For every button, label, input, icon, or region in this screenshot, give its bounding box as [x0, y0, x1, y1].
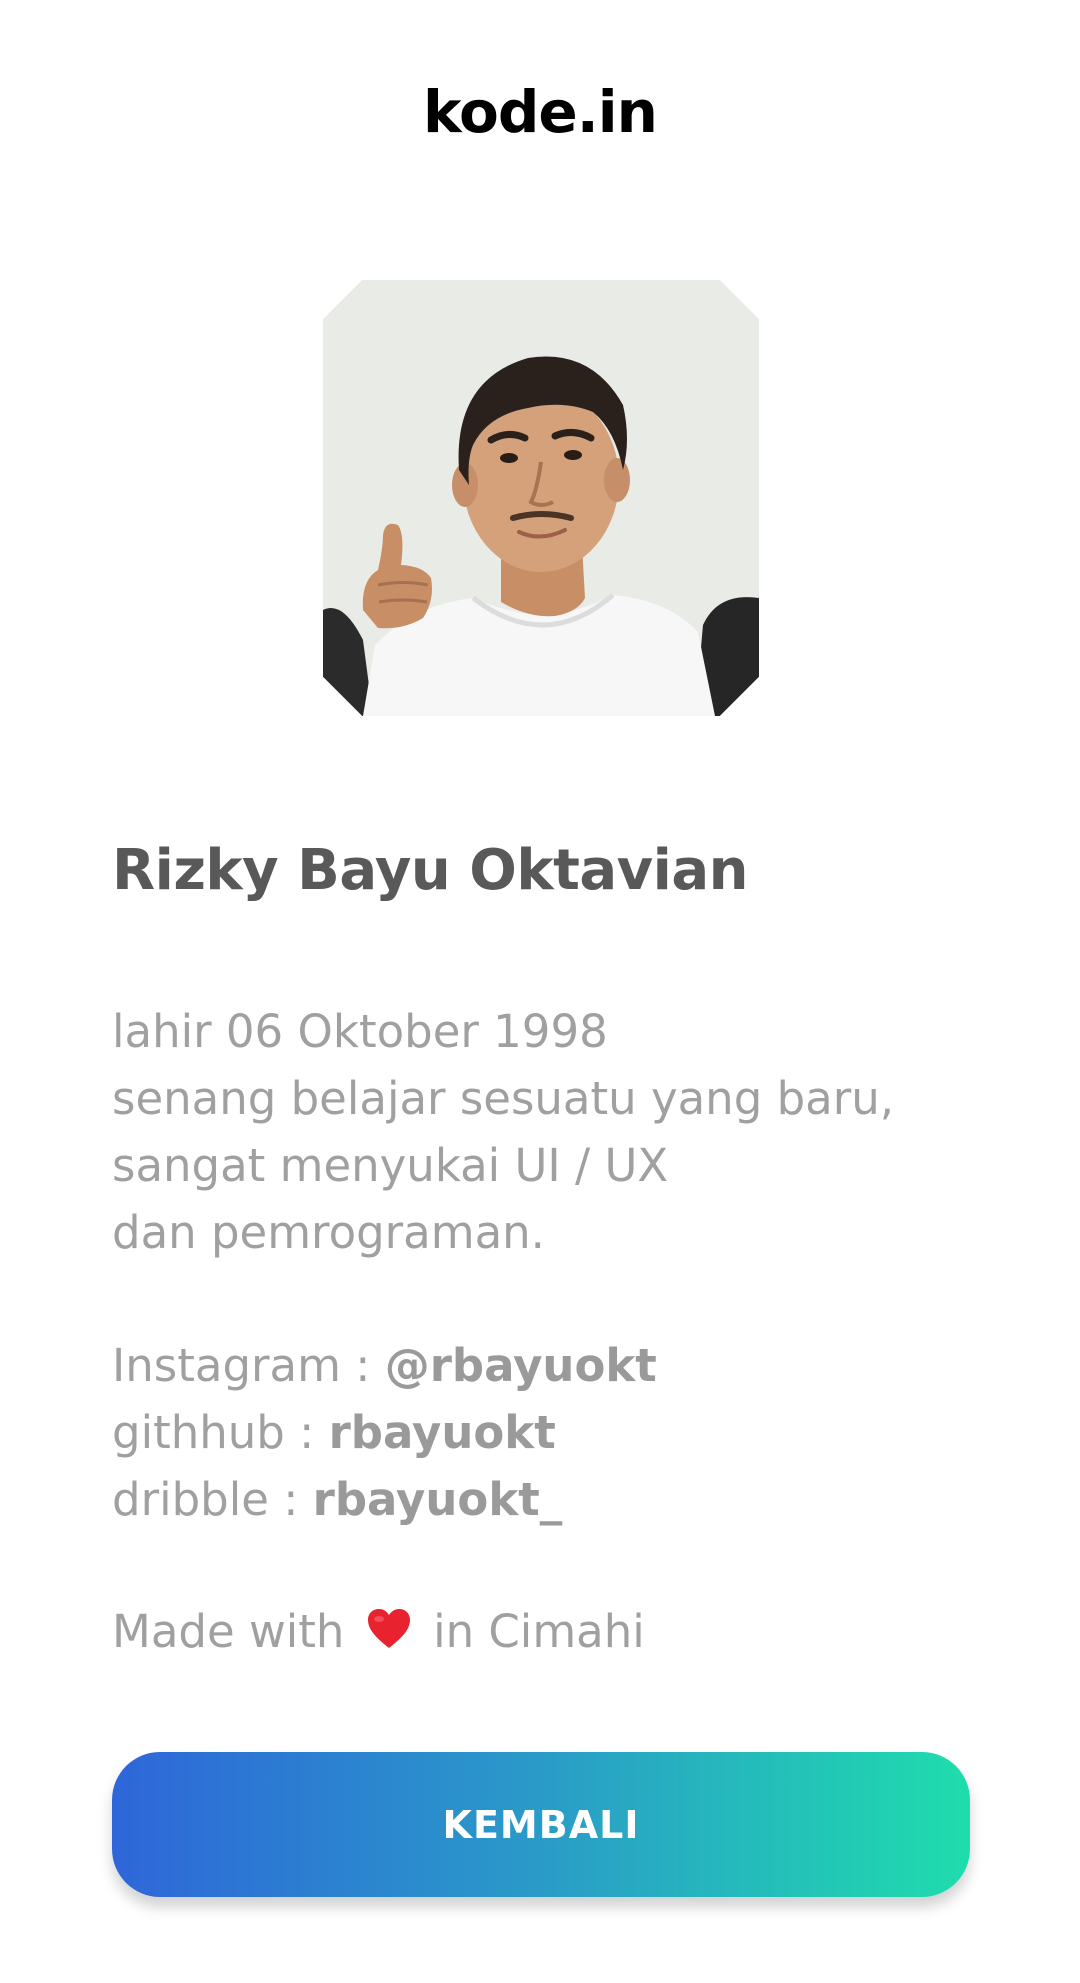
- profile-bio: lahir 06 Oktober 1998 senang belajar ses…: [112, 998, 992, 1266]
- social-github: githhub : rbayuokt: [112, 1399, 657, 1466]
- profile-name: Rizky Bayu Oktavian: [112, 838, 749, 903]
- heart-icon: [367, 1609, 410, 1648]
- social-label: dribble :: [112, 1473, 313, 1526]
- social-label: Instagram :: [112, 1339, 385, 1392]
- app-title: kode.in: [423, 78, 658, 146]
- made-with-line: Made with in Cimahi: [112, 1598, 645, 1665]
- made-with-prefix: Made with: [112, 1605, 345, 1658]
- made-with-suffix: in Cimahi: [433, 1605, 645, 1658]
- profile-photo-illustration: [323, 280, 759, 716]
- bio-line: lahir 06 Oktober 1998: [112, 1005, 608, 1058]
- bio-line: sangat menyukai UI / UX: [112, 1139, 669, 1192]
- social-instagram: Instagram : @rbayuokt: [112, 1332, 657, 1399]
- github-handle: rbayuokt: [328, 1406, 556, 1459]
- instagram-handle: @rbayuokt: [384, 1339, 657, 1392]
- bio-line: dan pemrograman.: [112, 1206, 545, 1259]
- bio-line: senang belajar sesuatu yang baru,: [112, 1072, 895, 1125]
- social-label: githhub :: [112, 1406, 329, 1459]
- social-links: Instagram : @rbayuokt githhub : rbayuokt…: [112, 1332, 657, 1533]
- social-dribbble: dribble : rbayuokt_: [112, 1466, 657, 1533]
- back-button[interactable]: KEMBALI: [112, 1752, 970, 1897]
- profile-photo: [323, 280, 759, 716]
- dribbble-handle: rbayuokt_: [312, 1473, 563, 1526]
